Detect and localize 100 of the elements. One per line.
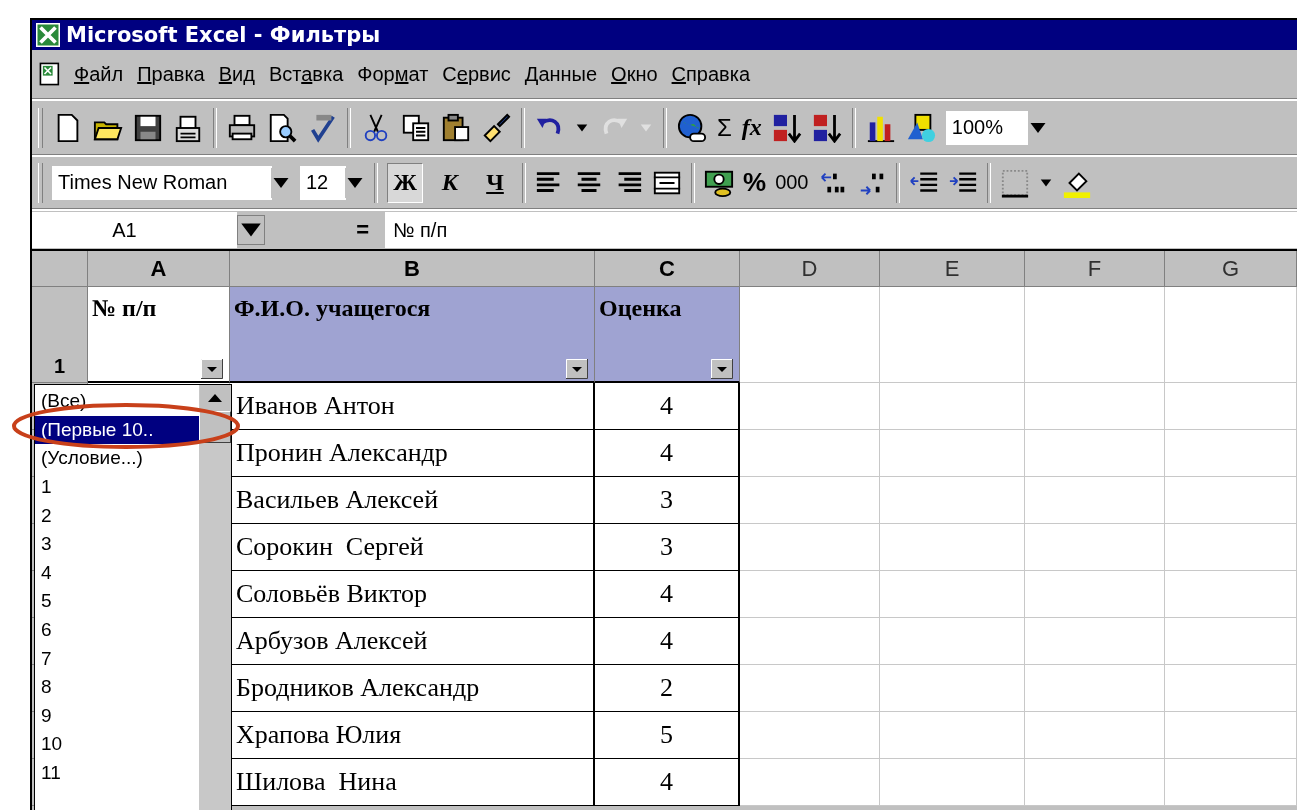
empty-cell[interactable] [1165, 759, 1297, 806]
filter-list-item[interactable]: 2 [35, 501, 199, 530]
paste-icon[interactable] [441, 112, 471, 143]
menu-item[interactable]: Вставка [268, 62, 344, 86]
filter-dropdown-button[interactable] [711, 359, 733, 379]
empty-cell[interactable] [1025, 571, 1165, 618]
menu-item[interactable]: Файл [74, 62, 124, 86]
empty-cell[interactable] [1165, 383, 1297, 430]
printer-icon[interactable] [227, 112, 257, 143]
column-header[interactable]: C [595, 251, 740, 287]
empty-cell[interactable] [1165, 571, 1297, 618]
empty-cell[interactable] [880, 665, 1025, 712]
filter-list-item[interactable]: 11 [35, 758, 199, 788]
drawing-shapes-icon[interactable] [905, 112, 936, 143]
sort-ascending-icon[interactable] [771, 112, 802, 143]
sort-descending-icon[interactable] [811, 112, 842, 143]
menu-item[interactable]: Сервис [442, 62, 511, 86]
empty-cell[interactable] [1025, 430, 1165, 477]
empty-cell[interactable] [740, 430, 880, 477]
empty-cell[interactable] [740, 712, 880, 759]
print-preview-icon[interactable] [267, 112, 297, 143]
menu-item[interactable]: Правка [137, 62, 205, 86]
column-header[interactable]: A [88, 251, 230, 287]
menu-item[interactable]: Справка [671, 62, 751, 86]
column-header[interactable]: B [230, 251, 595, 287]
equals-sign: = [355, 217, 370, 243]
scrollbar[interactable] [199, 385, 231, 810]
font-field[interactable]: Times New Roman [52, 165, 272, 200]
empty-cell[interactable] [1165, 477, 1297, 524]
underline-button[interactable]: Ч [477, 162, 513, 203]
function-button[interactable]: fx [741, 114, 762, 141]
formula-field[interactable]: № п/п [385, 212, 1297, 248]
empty-cell[interactable] [880, 759, 1025, 806]
menu-item[interactable]: Данные [524, 62, 598, 86]
empty-cell[interactable] [740, 383, 880, 430]
name-box[interactable]: A1 [32, 212, 237, 248]
empty-cell[interactable] [880, 383, 1025, 430]
menu-item[interactable]: Формат [357, 62, 429, 86]
filter-list-item[interactable]: 5 [35, 587, 199, 616]
empty-cell[interactable] [740, 524, 880, 571]
menu-item[interactable]: Вид [218, 62, 255, 86]
empty-cell[interactable] [740, 665, 880, 712]
column-header[interactable]: D [740, 251, 880, 287]
empty-cell[interactable] [1025, 665, 1165, 712]
autosum-button[interactable]: Σ [717, 113, 732, 142]
empty-cell[interactable] [1025, 524, 1165, 571]
filter-list-item[interactable]: 6 [35, 615, 199, 645]
select-all-corner[interactable] [32, 251, 88, 287]
empty-cell[interactable] [880, 287, 1025, 383]
filter-list-item[interactable]: 9 [35, 701, 199, 731]
table-cell: 5 [595, 712, 740, 759]
column-header[interactable]: F [1025, 251, 1165, 287]
empty-cell[interactable] [1165, 287, 1297, 383]
empty-cell[interactable] [880, 524, 1025, 571]
borders-icon[interactable] [999, 167, 1030, 198]
empty-cell[interactable] [1025, 759, 1165, 806]
empty-cell[interactable] [880, 430, 1025, 477]
empty-cell[interactable] [740, 477, 880, 524]
bold-button[interactable]: Ж [387, 162, 423, 203]
filter-list-item[interactable]: 8 [35, 672, 199, 702]
row-header[interactable]: 1 [32, 287, 88, 383]
filter-list-item[interactable]: (Условие...) [35, 444, 199, 473]
empty-cell[interactable] [1025, 618, 1165, 665]
empty-cell[interactable] [1025, 477, 1165, 524]
empty-cell[interactable] [1165, 430, 1297, 477]
empty-cell[interactable] [1165, 618, 1297, 665]
column-header[interactable]: E [880, 251, 1025, 287]
filter-list-item[interactable]: 7 [35, 644, 199, 673]
filter-list-item[interactable]: 4 [35, 558, 199, 588]
copy-icon[interactable] [401, 112, 431, 143]
empty-cell[interactable] [740, 618, 880, 665]
percent-button[interactable]: % [743, 167, 767, 198]
zoom-field[interactable]: 100% [945, 110, 1028, 145]
menu-item[interactable]: Окно [611, 62, 658, 86]
column-header[interactable]: G [1165, 251, 1297, 287]
filter-dropdown-button[interactable] [566, 359, 588, 379]
filter-list-item[interactable]: 1 [35, 472, 199, 502]
paintbrush-icon[interactable] [481, 112, 511, 143]
empty-cell[interactable] [740, 571, 880, 618]
scroll-up-button[interactable] [199, 385, 231, 411]
filter-list-item[interactable]: (Первые 10.. [35, 415, 199, 445]
italic-button[interactable]: К [432, 162, 468, 203]
caret-icon[interactable] [237, 215, 265, 245]
empty-cell[interactable] [880, 618, 1025, 665]
filter-dropdown-button[interactable] [201, 359, 223, 379]
empty-cell[interactable] [1025, 383, 1165, 430]
empty-cell[interactable] [1025, 712, 1165, 759]
filter-list-item[interactable]: 3 [35, 529, 199, 559]
empty-cell[interactable] [1165, 665, 1297, 712]
font-size-field[interactable]: 12 [300, 165, 346, 200]
thousands-separator-button[interactable]: 000 [775, 171, 809, 194]
empty-cell[interactable] [1165, 712, 1297, 759]
empty-cell[interactable] [880, 571, 1025, 618]
empty-cell[interactable] [1025, 287, 1165, 383]
empty-cell[interactable] [740, 759, 880, 806]
empty-cell[interactable] [1165, 524, 1297, 571]
globe-icon[interactable] [677, 112, 707, 143]
empty-cell[interactable] [880, 712, 1025, 759]
empty-cell[interactable] [880, 477, 1025, 524]
filter-list-item[interactable]: 10 [35, 730, 199, 759]
